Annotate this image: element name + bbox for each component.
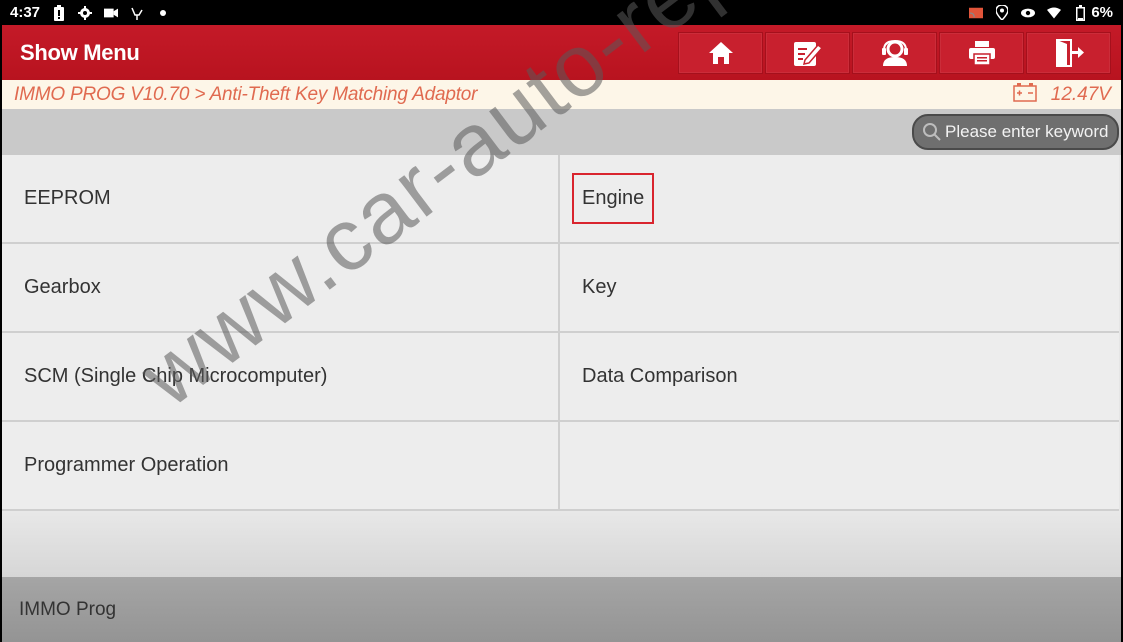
menu-item-data-comparison[interactable]: Data Comparison (560, 333, 1119, 422)
menu-item-label: SCM (Single Chip Microcomputer) (24, 365, 328, 387)
exit-button[interactable] (1026, 32, 1111, 74)
home-icon (708, 41, 734, 65)
footer-label: IMMO Prog (19, 598, 117, 620)
status-time: 4:37 (10, 4, 41, 21)
breadcrumb: IMMO PROG V10.70 > Anti-Theft Key Matchi… (14, 83, 478, 105)
dot-icon (156, 5, 170, 21)
battery-percent: 6% (1091, 4, 1113, 21)
menu-item-label: Data Comparison (582, 365, 738, 387)
voltage-value: 12.47V (1050, 83, 1111, 105)
empty-area (2, 511, 1121, 577)
toolbar (678, 32, 1111, 74)
printer-icon (968, 40, 996, 66)
app-window: Show Menu IMMO PROG V10.70 > Anti-Theft … (2, 0, 1121, 642)
voltage-indicator: 12.47V (1013, 82, 1111, 108)
status-bar: 4:37 6% (0, 0, 1123, 25)
breadcrumb-bar: IMMO PROG V10.70 > Anti-Theft Key Matchi… (2, 80, 1121, 109)
support-button[interactable] (852, 32, 937, 74)
menu-item-scm[interactable]: SCM (Single Chip Microcomputer) (2, 333, 560, 422)
location-icon (995, 5, 1009, 21)
menu-item-empty (560, 422, 1119, 511)
menu-item-label: Gearbox (24, 276, 101, 298)
usb-icon (130, 5, 144, 21)
menu-item-engine[interactable]: Engine (560, 155, 1119, 244)
battery-icon (1073, 4, 1087, 21)
menu-item-label: Key (582, 276, 617, 298)
car-battery-icon (1013, 82, 1037, 108)
search-input[interactable] (945, 122, 1117, 142)
menu-item-label: EEPROM (24, 187, 111, 209)
headset-user-icon (880, 40, 910, 66)
menu-item-key[interactable]: Key (560, 244, 1119, 333)
footer-bar: IMMO Prog (2, 577, 1121, 642)
menu-item-eeprom[interactable]: EEPROM (2, 155, 560, 244)
menu-item-programmer-operation[interactable]: Programmer Operation (2, 422, 560, 511)
menu-item-label: Engine (571, 173, 655, 224)
header-bar: Show Menu (2, 25, 1121, 80)
menu-item-gearbox[interactable]: Gearbox (2, 244, 560, 333)
cast-icon (969, 5, 984, 21)
search-icon (922, 121, 942, 143)
menu-item-label: Programmer Operation (24, 454, 229, 476)
video-icon (104, 5, 119, 21)
edit-note-icon (793, 39, 823, 67)
exit-door-icon (1054, 39, 1084, 67)
search-row (2, 109, 1121, 155)
print-button[interactable] (939, 32, 1024, 74)
wifi-icon (1047, 5, 1062, 21)
page-title: Show Menu (20, 39, 140, 65)
home-button[interactable] (678, 32, 763, 74)
search-box[interactable] (912, 114, 1119, 150)
eye-icon (1021, 5, 1036, 21)
battery-alert-icon (52, 4, 66, 21)
settings-icon (78, 5, 93, 21)
report-button[interactable] (765, 32, 850, 74)
menu-grid: EEPROM Engine Gearbox Key SCM (Single Ch… (2, 155, 1119, 511)
